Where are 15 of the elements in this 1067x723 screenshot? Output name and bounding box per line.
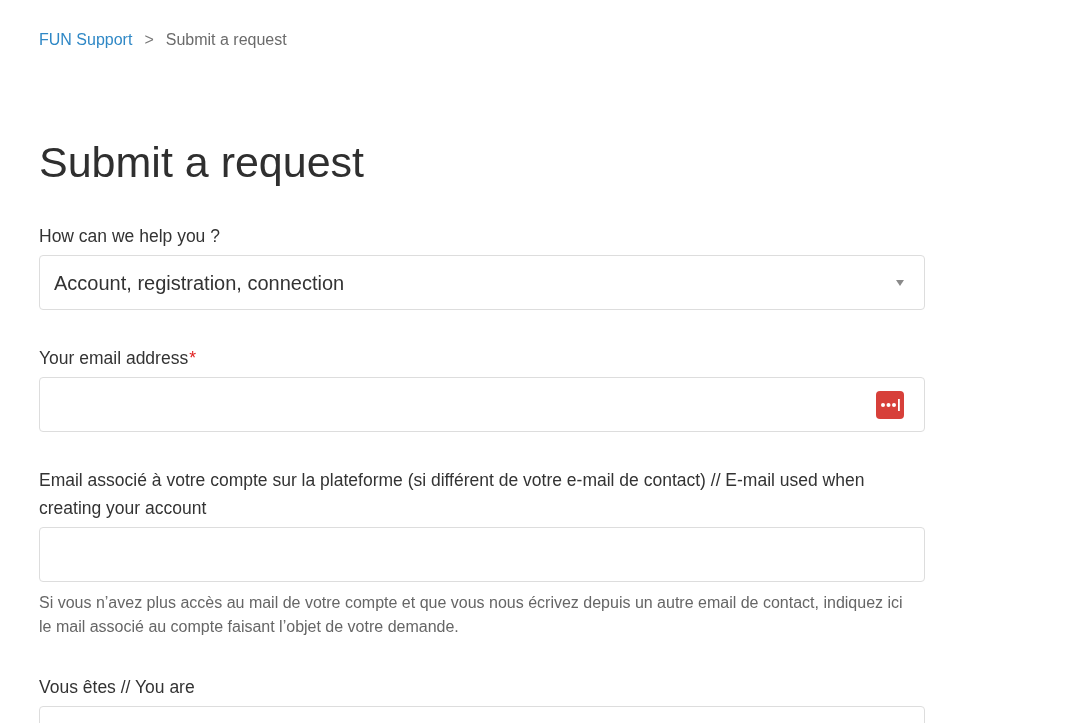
- breadcrumb-current: Submit a request: [165, 30, 287, 50]
- field-hint: Si vous n’avez plus accès au mail de votre compte et que vous nous écrivez depuis un autre email de contact, indiquez ici le mail associé au compte faisant l’objet de votre demande.: [39, 593, 904, 637]
- field-label: How can we help you ?: [39, 225, 221, 248]
- email-field[interactable]: [39, 377, 925, 432]
- input-field[interactable]: [39, 527, 925, 582]
- topic-select[interactable]: Account, registration, connection: [39, 255, 925, 310]
- page-title: Submit a request: [39, 137, 365, 187]
- field-label: Vous êtes // You are: [39, 676, 196, 699]
- field-label: Email associé à votre compte sur la plateforme (si différent de votre e-mail de contact) // E-mail used when creating your account: [39, 469, 866, 520]
- field-label: Your email address: [39, 347, 189, 370]
- caret-icon: [896, 279, 904, 286]
- password-manager-icon[interactable]: [876, 390, 904, 419]
- required-asterisk: *: [189, 347, 196, 370]
- breadcrumb-separator: >: [144, 30, 154, 50]
- breadcrumb-link[interactable]: FUN Support: [39, 28, 133, 52]
